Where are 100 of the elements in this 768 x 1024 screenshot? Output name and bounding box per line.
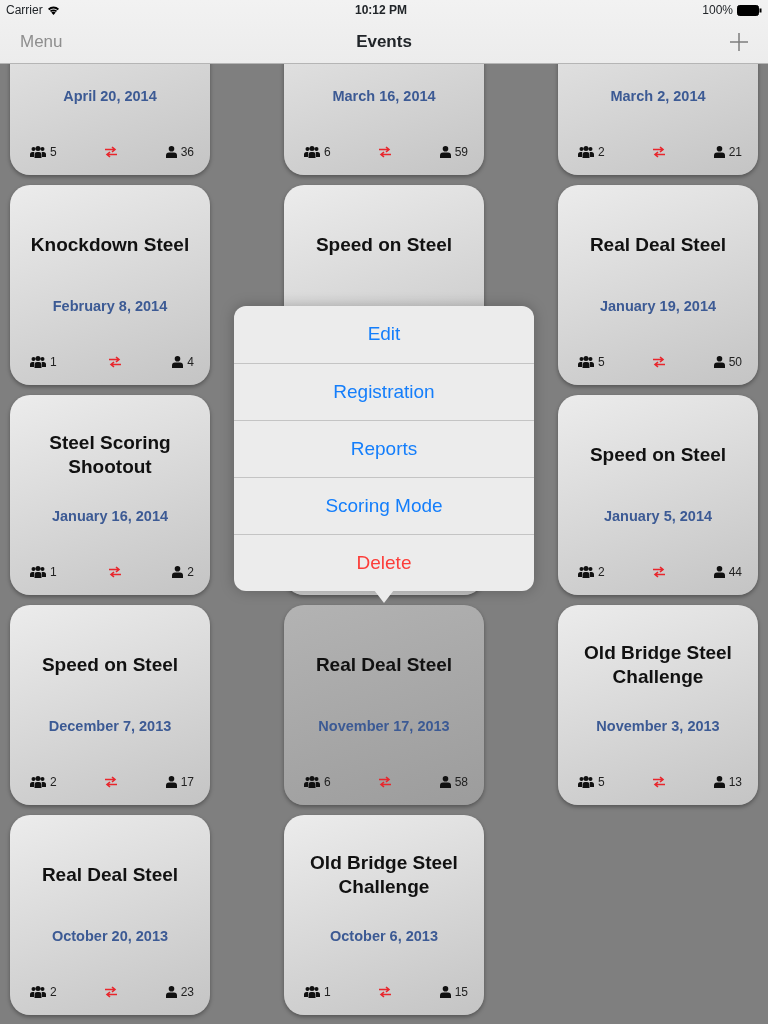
person-icon xyxy=(165,776,177,788)
event-date: March 16, 2014 xyxy=(332,87,436,107)
event-card[interactable]: Real Deal Steel November 17, 2013 6 58 xyxy=(284,605,484,805)
person-icon xyxy=(165,986,177,998)
event-date: November 17, 2013 xyxy=(318,717,450,737)
wifi-icon xyxy=(46,5,60,15)
team-count: 2 xyxy=(598,144,605,161)
event-date: November 3, 2013 xyxy=(596,717,720,737)
event-card[interactable]: March 16, 2014 6 59 xyxy=(284,64,484,175)
clock-time: 10:12 PM xyxy=(354,2,407,19)
shooter-count: 36 xyxy=(180,144,194,161)
swap-arrows-icon xyxy=(652,146,667,158)
person-icon xyxy=(439,146,451,158)
event-card[interactable]: Old Bridge Steel Challenge November 3, 2013 5 13 xyxy=(558,605,758,805)
event-date: February 8, 2014 xyxy=(52,297,168,317)
swap-arrows-icon xyxy=(378,776,393,788)
swap-arrows-icon xyxy=(104,776,119,788)
group-icon xyxy=(304,986,320,998)
event-card[interactable]: Knockdown Steel February 8, 2014 1 4 xyxy=(10,185,210,385)
event-title: Real Deal Steel xyxy=(588,233,728,257)
person-icon xyxy=(713,776,725,788)
group-icon xyxy=(578,566,594,578)
shooter-count: 50 xyxy=(728,354,742,371)
swap-arrows-icon xyxy=(107,356,122,368)
person-icon xyxy=(713,356,725,368)
event-card[interactable]: Real Deal Steel October 20, 2013 2 23 xyxy=(10,815,210,1015)
swap-arrows-icon xyxy=(378,986,393,998)
event-date: April 20, 2014 xyxy=(63,87,157,107)
event-title: Real Deal Steel xyxy=(40,863,180,887)
event-date: January 16, 2014 xyxy=(51,507,169,527)
swap-arrows-icon xyxy=(378,146,393,158)
shooter-count: 15 xyxy=(454,984,468,1001)
group-icon xyxy=(304,776,320,788)
group-icon xyxy=(578,776,594,788)
battery-icon xyxy=(737,4,762,16)
event-date: March 2, 2014 xyxy=(610,87,706,107)
event-date: October 20, 2013 xyxy=(51,927,169,947)
team-count: 5 xyxy=(598,774,605,791)
swap-arrows-icon xyxy=(652,566,667,578)
add-icon[interactable] xyxy=(730,33,748,51)
group-icon xyxy=(30,986,46,998)
event-card[interactable]: Steel Scoring Shootout January 16, 2014 1 2 xyxy=(10,395,210,595)
event-title: Speed on Steel xyxy=(40,653,180,677)
group-icon xyxy=(30,566,46,578)
person-icon xyxy=(713,146,725,158)
group-icon xyxy=(304,146,320,158)
event-title: Speed on Steel xyxy=(588,443,728,467)
event-date: January 19, 2014 xyxy=(599,297,717,317)
team-count: 2 xyxy=(598,564,605,581)
event-title: Old Bridge Steel Challenge xyxy=(583,641,733,689)
shooter-count: 21 xyxy=(728,144,742,161)
event-date: December 7, 2013 xyxy=(48,717,172,737)
person-icon xyxy=(172,356,184,368)
shooter-count: 17 xyxy=(180,774,194,791)
event-title: Knockdown Steel xyxy=(29,233,191,257)
group-icon xyxy=(30,776,46,788)
group-icon xyxy=(578,356,594,368)
event-title: Speed on Steel xyxy=(314,233,454,257)
shooter-count: 44 xyxy=(728,564,742,581)
team-count: 1 xyxy=(50,354,57,371)
event-card[interactable]: March 2, 2014 2 21 xyxy=(558,64,758,175)
shooter-count: 23 xyxy=(180,984,194,1001)
group-icon xyxy=(30,356,46,368)
shooter-count: 13 xyxy=(728,774,742,791)
event-card[interactable]: Speed on Steel December 7, 2013 2 17 xyxy=(10,605,210,805)
battery-percent: 100% xyxy=(702,2,733,19)
swap-arrows-icon xyxy=(652,356,667,368)
team-count: 5 xyxy=(50,144,57,161)
group-icon xyxy=(30,146,46,158)
person-icon xyxy=(439,986,451,998)
team-count: 2 xyxy=(50,984,57,1001)
team-count: 2 xyxy=(50,774,57,791)
event-card[interactable]: Old Bridge Steel Challenge October 6, 2013 1 15 xyxy=(284,815,484,1015)
event-card[interactable]: April 20, 2014 5 36 xyxy=(10,64,210,175)
team-count: 5 xyxy=(598,354,605,371)
carrier-label: Carrier xyxy=(6,2,43,19)
team-count: 1 xyxy=(324,984,331,1001)
team-count: 6 xyxy=(324,774,331,791)
event-card[interactable]: Real Deal Steel January 19, 2014 5 50 xyxy=(558,185,758,385)
screen-title: Events xyxy=(356,31,412,54)
team-count: 6 xyxy=(324,144,331,161)
person-icon xyxy=(713,566,725,578)
swap-arrows-icon xyxy=(104,986,119,998)
event-title: Steel Scoring Shootout xyxy=(48,431,172,479)
shooter-count: 2 xyxy=(187,564,194,581)
shooter-count: 58 xyxy=(454,774,468,791)
event-title: Real Deal Steel xyxy=(314,653,454,677)
person-icon xyxy=(439,776,451,788)
event-date: October 6, 2013 xyxy=(330,927,438,947)
person-icon xyxy=(172,566,184,578)
team-count: 1 xyxy=(50,564,57,581)
event-title: Old Bridge Steel Challenge xyxy=(309,851,459,899)
event-card[interactable]: Speed on Steel January 5, 2014 2 44 xyxy=(558,395,758,595)
event-date: January 5, 2014 xyxy=(604,507,712,527)
shooter-count: 4 xyxy=(187,354,194,371)
swap-arrows-icon xyxy=(104,146,119,158)
swap-arrows-icon xyxy=(107,566,122,578)
shooter-count: 59 xyxy=(454,144,468,161)
person-icon xyxy=(165,146,177,158)
group-icon xyxy=(578,146,594,158)
